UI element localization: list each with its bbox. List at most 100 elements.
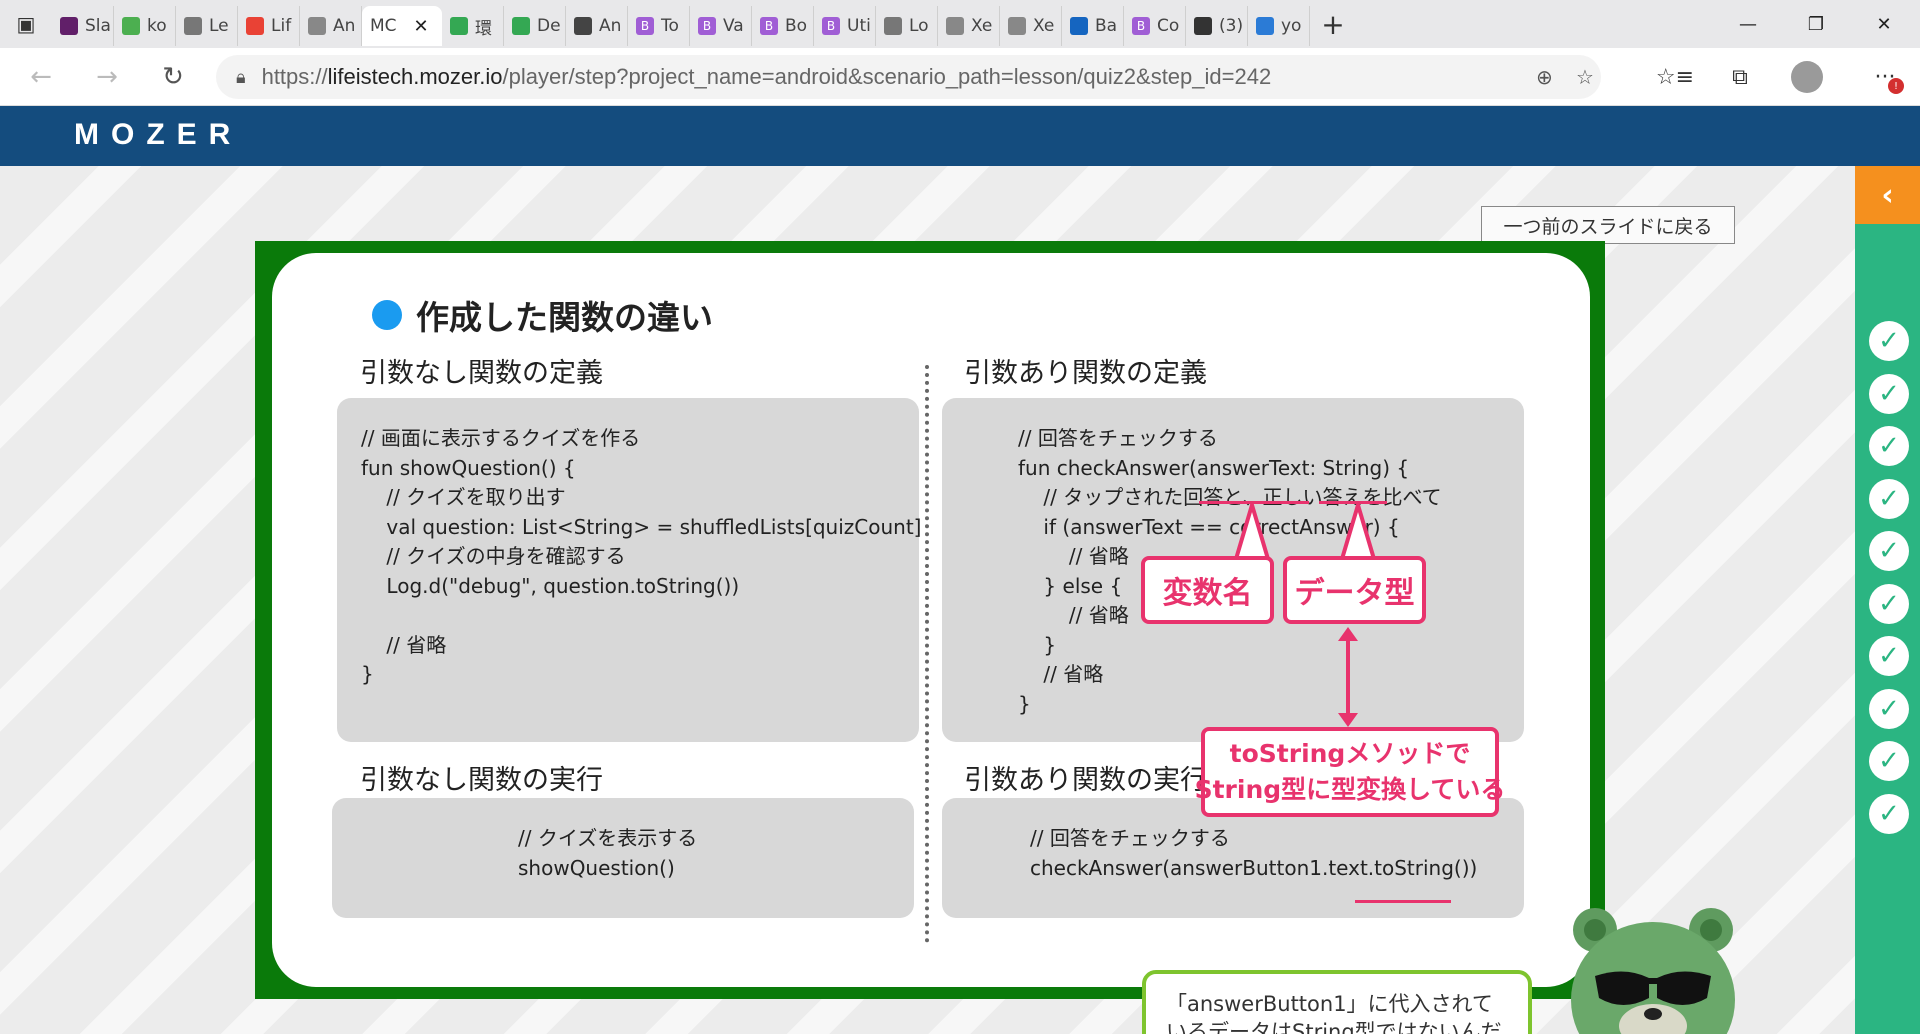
- left-definition-codebox: // 画面に表示するクイズを作る fun showQuestion() { //…: [337, 398, 922, 742]
- bing-icon: [1256, 17, 1274, 35]
- browser-tab[interactable]: Xe: [1000, 6, 1062, 46]
- slide-title: 作成した関数の違い: [372, 291, 713, 339]
- url-text: https://lifeistech.mozer.io/player/step?…: [261, 64, 1272, 89]
- minimize-icon[interactable]: —: [1715, 0, 1781, 48]
- step-complete-check-icon[interactable]: ✓: [1869, 531, 1909, 571]
- browser-tab[interactable]: Xe: [938, 6, 1000, 46]
- varname-pointer-icon: [1233, 503, 1271, 561]
- lock-icon: 🔒︎: [236, 66, 246, 88]
- tab-label: yo: [1281, 16, 1302, 36]
- left-execution-title: 引数なし関数の実行: [360, 765, 603, 796]
- browser-tab[interactable]: B Va: [690, 6, 752, 46]
- browser-tab[interactable]: De: [504, 6, 566, 46]
- browser-tab[interactable]: (3): [1186, 6, 1248, 46]
- tab-label: ko: [147, 16, 167, 36]
- tab-label: (3): [1219, 16, 1244, 36]
- refresh-icon[interactable]: ↻: [140, 48, 206, 106]
- notification-badge-icon: !: [1888, 78, 1904, 94]
- browser-tab[interactable]: Le: [176, 6, 238, 46]
- close-tab-icon[interactable]: ✕: [414, 16, 429, 37]
- close-window-icon[interactable]: ✕: [1851, 0, 1917, 48]
- new-tab-button[interactable]: +: [1310, 0, 1356, 48]
- slide-title-text: 作成した関数の違い: [416, 298, 713, 337]
- right-execution-code: // 回答をチェックする checkAnswer(answerButton1.t…: [1030, 826, 1478, 880]
- browser-tab[interactable]: MC ✕: [362, 6, 442, 46]
- add-favorite-icon[interactable]: ☆: [1576, 65, 1594, 89]
- bear-mascot-icon: [1571, 908, 1735, 1034]
- step-complete-check-icon[interactable]: ✓: [1869, 583, 1909, 624]
- tab-label: Va: [723, 16, 744, 36]
- step-complete-check-icon[interactable]: ✓: [1869, 373, 1909, 414]
- tab-label: Bo: [785, 16, 808, 36]
- tab-label: Uti: [847, 16, 871, 36]
- tab-label: An: [333, 16, 356, 36]
- drive-icon: [512, 17, 530, 35]
- step-complete-check-icon[interactable]: ✓: [1869, 688, 1909, 729]
- mascot-speech-bubble: 「answerButton1」に代入されて いるデータはString型ではないん…: [1142, 970, 1532, 1034]
- tab-strip: ▣ Sla ko Le Lif An MC ✕ 環 De An B To B Va B Bo B Uti Lo Xe X…: [0, 0, 1920, 48]
- data-type-callout: データ型: [1283, 556, 1426, 624]
- circle-icon: [122, 17, 140, 35]
- step-complete-check-icon[interactable]: ✓: [1869, 321, 1909, 361]
- tab-label: Ba: [1095, 16, 1118, 36]
- flag-icon: [1070, 17, 1088, 35]
- zoom-icon[interactable]: ⊕: [1536, 65, 1553, 89]
- tab-label: To: [661, 16, 679, 36]
- profile-icon[interactable]: [1782, 48, 1832, 106]
- step-complete-check-icon[interactable]: ✓: [1869, 478, 1909, 519]
- tab-label: MC: [370, 16, 397, 36]
- previous-slide-button[interactable]: 一つ前のスライドに戻る: [1481, 206, 1735, 244]
- browser-tab[interactable]: ko: [114, 6, 176, 46]
- browser-tab[interactable]: B To: [628, 6, 690, 46]
- browser-tab[interactable]: B Co: [1124, 6, 1186, 46]
- tab-label: Le: [209, 16, 229, 36]
- left-execution-codebox: // クイズを表示する showQuestion(): [332, 798, 914, 918]
- slide: 作成した関数の違い 引数なし関数の定義 // 画面に表示するクイズを作る fun…: [255, 241, 1605, 999]
- browser-tab[interactable]: Lo: [876, 6, 938, 46]
- mascot-speech-text: 「answerButton1」に代入されて いるデータはString型ではないん…: [1166, 992, 1502, 1034]
- browser-tab[interactable]: An: [300, 6, 362, 46]
- favorites-icon[interactable]: ☆≡: [1650, 48, 1700, 106]
- right-definition-title: 引数あり関数の定義: [964, 358, 1207, 389]
- browser-tab[interactable]: yo: [1248, 6, 1310, 46]
- tab-actions-icon[interactable]: ▣: [0, 0, 52, 48]
- tab-label: Sla: [85, 16, 111, 36]
- address-bar[interactable]: 🔒︎ https://lifeistech.mozer.io/player/st…: [216, 55, 1601, 99]
- variable-name-callout: 変数名: [1141, 556, 1274, 624]
- collections-icon[interactable]: ⧉: [1715, 48, 1765, 106]
- b-icon: B: [1132, 17, 1150, 35]
- browser-tab[interactable]: B Bo: [752, 6, 814, 46]
- browser-tab[interactable]: Lif: [238, 6, 300, 46]
- slide-content: 作成した関数の違い 引数なし関数の定義 // 画面に表示するクイズを作る fun…: [272, 253, 1590, 987]
- mozer-logo[interactable]: MOZER: [74, 118, 242, 152]
- browser-tab[interactable]: An: [566, 6, 628, 46]
- back-icon[interactable]: ←: [8, 48, 74, 106]
- step-complete-check-icon[interactable]: ✓: [1869, 426, 1909, 466]
- column-divider: [925, 365, 929, 943]
- browser-tab[interactable]: Ba: [1062, 6, 1124, 46]
- double-arrow-icon: [1338, 627, 1358, 727]
- browser-tab[interactable]: 環: [442, 6, 504, 46]
- lambda-icon: [574, 17, 592, 35]
- navigation-bar: ← → ↻ 🔒︎ https://lifeistech.mozer.io/pla…: [0, 48, 1920, 106]
- restore-icon[interactable]: ❐: [1783, 0, 1849, 48]
- speaker-icon: [1194, 17, 1212, 35]
- tab-label: 環: [475, 18, 492, 39]
- browser-tab[interactable]: B Uti: [814, 6, 876, 46]
- tab-label: Lif: [271, 16, 292, 36]
- tostring-underline: [1355, 900, 1451, 903]
- step-complete-check-icon[interactable]: ✓: [1869, 741, 1909, 781]
- browser-tab[interactable]: Sla: [52, 6, 114, 46]
- settings-menu-icon[interactable]: ···!: [1860, 48, 1910, 106]
- left-definition-title: 引数なし関数の定義: [360, 358, 603, 389]
- forward-icon[interactable]: →: [74, 48, 140, 106]
- gmail-icon: [246, 17, 264, 35]
- b-icon: B: [760, 17, 778, 35]
- tab-label: De: [537, 16, 561, 36]
- step-complete-check-icon[interactable]: ✓: [1869, 793, 1909, 834]
- bullet-dot-icon: [372, 300, 402, 330]
- b-icon: B: [698, 17, 716, 35]
- tostring-callout: toStringメソッドで String型に型変換している: [1195, 727, 1505, 817]
- collapse-sidebar-button[interactable]: ‹: [1855, 166, 1920, 224]
- step-complete-check-icon[interactable]: ✓: [1869, 636, 1909, 676]
